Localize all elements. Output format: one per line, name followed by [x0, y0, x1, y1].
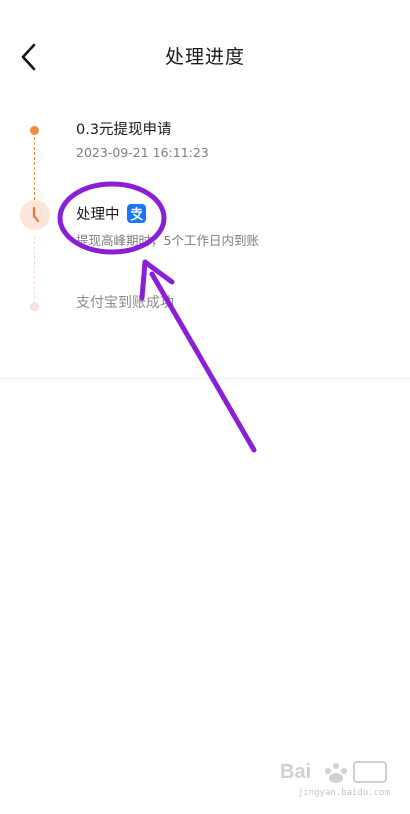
timeline-step-processing: 处理中 提现高峰期时，5个工作日内到账: [76, 203, 259, 249]
section-divider: [0, 378, 410, 379]
page-title: 处理进度: [164, 46, 245, 68]
progress-timeline: 0.3元提现申请 2023-09-21 16:11:23 处理中 提现高峰期时，…: [0, 110, 410, 380]
clock-icon: [32, 206, 40, 223]
timeline-step-arrival: 支付宝到账成功: [76, 292, 174, 312]
timeline-line-pending: [34, 236, 35, 304]
step-title: 0.3元提现申请: [76, 122, 172, 138]
watermark-text: jingyan.baidu.com: [297, 788, 390, 798]
svg-text:Bai: Bai: [280, 761, 311, 783]
step-pending-dot: [30, 302, 39, 311]
page: 处理进度 0.3元提现申请 2023-09-21 16:11:23 处理中 提现…: [0, 0, 410, 814]
alipay-icon: [126, 204, 146, 223]
step-current-dot: [20, 200, 50, 230]
watermark: Bai jingyan.baidu.com: [280, 754, 390, 800]
step-done-dot: [30, 126, 39, 135]
timeline-line-done: [34, 132, 35, 210]
step-timestamp: 2023-09-21 16:11:23: [76, 145, 209, 160]
header: 处理进度: [0, 0, 410, 110]
timeline-step-request: 0.3元提现申请 2023-09-21 16:11:23: [76, 118, 209, 160]
step-note: 提现高峰期时，5个工作日内到账: [76, 233, 259, 248]
step-title: 处理中: [76, 207, 120, 223]
baidu-jingyan-logo: Bai: [280, 761, 387, 783]
step-title: 支付宝到账成功: [76, 295, 174, 311]
step-title-row: 处理中: [76, 203, 259, 224]
